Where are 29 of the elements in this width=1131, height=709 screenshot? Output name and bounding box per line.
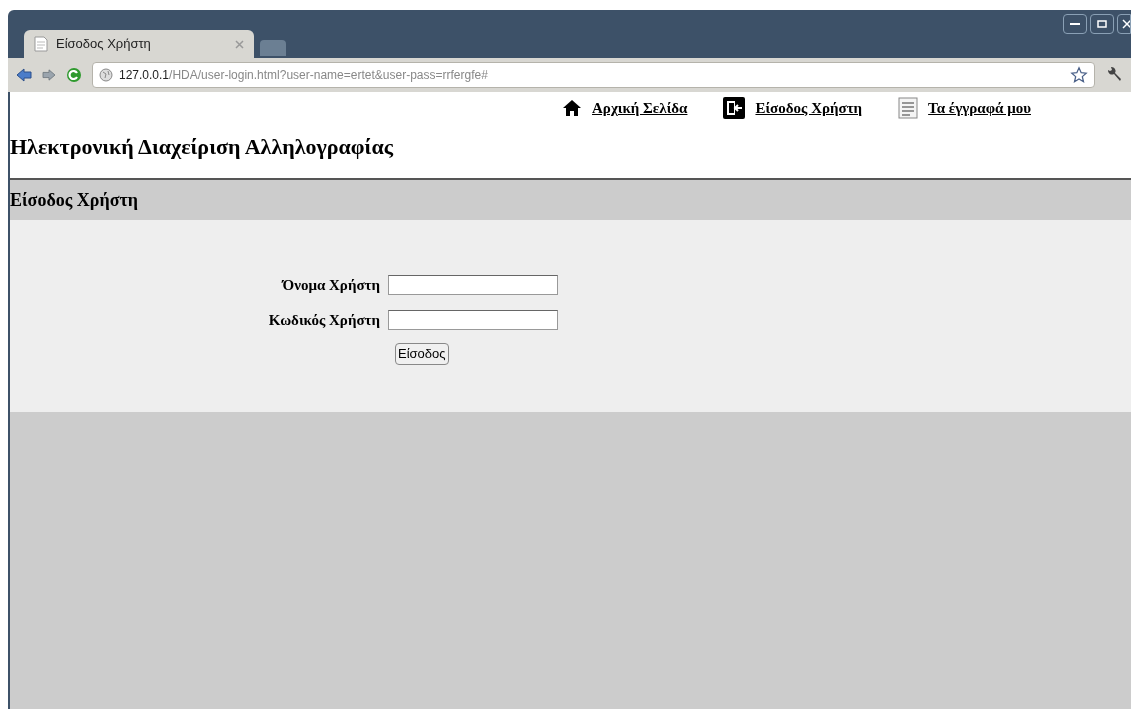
forward-arrow-icon[interactable] [42, 69, 56, 81]
back-arrow-icon[interactable] [16, 68, 32, 82]
login-icon [723, 97, 746, 119]
browser-tab[interactable]: Είσοδος Χρήστη [24, 30, 254, 58]
reload-icon[interactable] [66, 67, 82, 83]
document-icon [898, 97, 919, 119]
url-text: 127.0.0.1/HDA/user-login.html?user-name=ertet&user-pass=rrfergfe# [119, 67, 489, 84]
input-field[interactable] [388, 275, 558, 296]
home-icon [562, 99, 582, 117]
close-icon [1122, 19, 1130, 29]
nav-link[interactable]: Είσοδος Χρήστη [723, 96, 863, 120]
site-title: Ηλεκτρονική Διαχείριση Αλληλογραφίας [10, 133, 393, 161]
minimize-button[interactable] [1063, 14, 1087, 34]
field-label: Κωδικός Χρήστη [267, 310, 380, 330]
nav-link[interactable]: Αρχική Σελίδα [562, 96, 688, 120]
maximize-button[interactable] [1090, 14, 1114, 34]
field-label: Όνομα Χρήστη [280, 276, 380, 295]
nav-link[interactable]: Τα έγγραφά μου [898, 96, 1031, 120]
minimize-icon [1070, 23, 1080, 25]
login-button[interactable]: Είσοδος [395, 343, 449, 365]
globe-icon [99, 68, 113, 82]
section-title: Είσοδος Χρήστη [10, 188, 138, 212]
page-icon [34, 36, 48, 52]
close-button[interactable] [1117, 14, 1131, 34]
star-icon[interactable] [1070, 66, 1088, 84]
tab-title: Είσοδος Χρήστη [56, 35, 152, 54]
input-field[interactable] [388, 309, 558, 330]
address-bar[interactable]: 127.0.0.1/HDA/user-login.html?user-name=ertet&user-pass=rrfergfe# [92, 62, 1095, 88]
maximize-icon [1097, 20, 1107, 28]
